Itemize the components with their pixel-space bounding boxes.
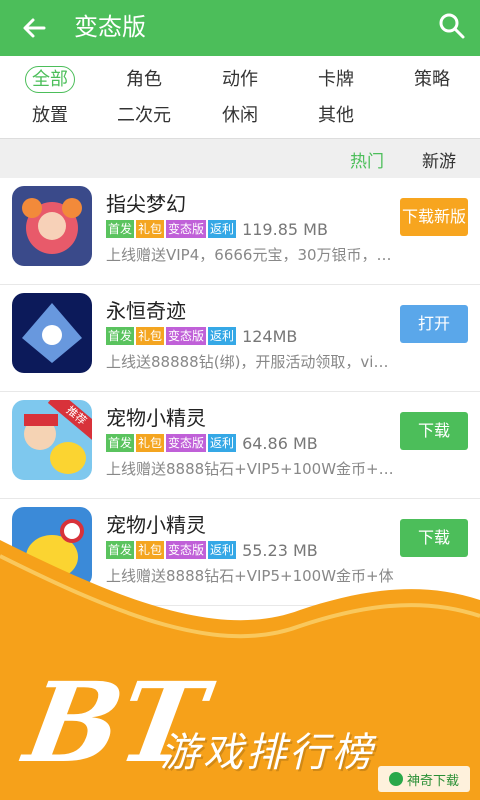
tag-rebate: 返利: [208, 220, 237, 238]
download-new-button[interactable]: 下载新版: [400, 198, 468, 236]
list-item[interactable]: 推荐 宠物小精灵 首发 礼包 变态版 返利 64.86 MB 上线赠送8888钻…: [0, 392, 480, 499]
watermark-logo: 神奇下载: [378, 766, 470, 792]
page-title: 变态版: [74, 13, 146, 41]
app-tags: 首发 礼包 变态版 返利 124MB: [106, 326, 298, 346]
app-size: 119.85 MB: [242, 219, 328, 239]
category-all[interactable]: 全部: [10, 64, 90, 96]
category-filter: 全部 角色 动作 卡牌 策略 放置 二次元 休闲 其他: [0, 56, 480, 140]
app-icon: 推荐: [12, 400, 92, 480]
app-description: 上线送88888钻(绑)，开服活动领取，vip5卡(体验...: [106, 353, 396, 371]
tag-gift: 礼包: [136, 327, 165, 345]
category-casual[interactable]: 休闲: [200, 100, 280, 132]
app-description: 上线赠送VIP4，6666元宝，30万银币，双倍经验...: [106, 246, 396, 264]
app-name: 宠物小精灵: [106, 406, 206, 430]
list-item[interactable]: 指尖梦幻 首发 礼包 变态版 返利 119.85 MB 上线赠送VIP4，666…: [0, 178, 480, 285]
search-icon[interactable]: [438, 12, 466, 40]
category-role[interactable]: 角色: [104, 64, 184, 96]
tag-bt: 变态版: [166, 434, 207, 452]
category-action[interactable]: 动作: [200, 64, 280, 96]
app-size: 64.86 MB: [242, 433, 318, 453]
category-strategy[interactable]: 策略: [392, 64, 472, 96]
tag-first: 首发: [106, 434, 135, 452]
category-idle[interactable]: 放置: [10, 100, 90, 132]
app-name: 永恒奇迹: [106, 299, 186, 323]
app-header: 变态版: [0, 0, 480, 56]
open-button[interactable]: 打开: [400, 305, 468, 343]
tag-first: 首发: [106, 220, 135, 238]
watermark-text: 神奇下载: [406, 773, 459, 789]
download-button[interactable]: 下载: [400, 412, 468, 450]
banner-slogan: 游戏排行榜: [160, 730, 375, 776]
app-icon: [12, 293, 92, 373]
app-icon: [12, 186, 92, 266]
tag-bt: 变态版: [166, 327, 207, 345]
category-anime[interactable]: 二次元: [104, 100, 184, 132]
tag-gift: 礼包: [136, 434, 165, 452]
sort-hot-tab[interactable]: 热门: [350, 147, 384, 172]
tag-first: 首发: [106, 327, 135, 345]
tag-bt: 变态版: [166, 220, 207, 238]
app-size: 124MB: [242, 326, 298, 346]
app-name: 指尖梦幻: [106, 192, 186, 216]
back-arrow-icon[interactable]: [20, 14, 48, 42]
sort-bar: 热门 新游: [0, 138, 480, 180]
app-tags: 首发 礼包 变态版 返利 64.86 MB: [106, 433, 318, 453]
watermark-icon: [388, 772, 403, 786]
category-card[interactable]: 卡牌: [296, 64, 376, 96]
list-item[interactable]: 永恒奇迹 首发 礼包 变态版 返利 124MB 上线送88888钻(绑)，开服活…: [0, 285, 480, 392]
app-description: 上线赠送8888钻石+VIP5+100W金币+体力瓶*3: [106, 460, 396, 478]
sort-new-tab[interactable]: 新游: [422, 147, 456, 172]
tag-rebate: 返利: [208, 434, 237, 452]
tag-rebate: 返利: [208, 327, 237, 345]
app-tags: 首发 礼包 变态版 返利 119.85 MB: [106, 219, 328, 239]
category-other[interactable]: 其他: [296, 100, 376, 132]
tag-gift: 礼包: [136, 220, 165, 238]
